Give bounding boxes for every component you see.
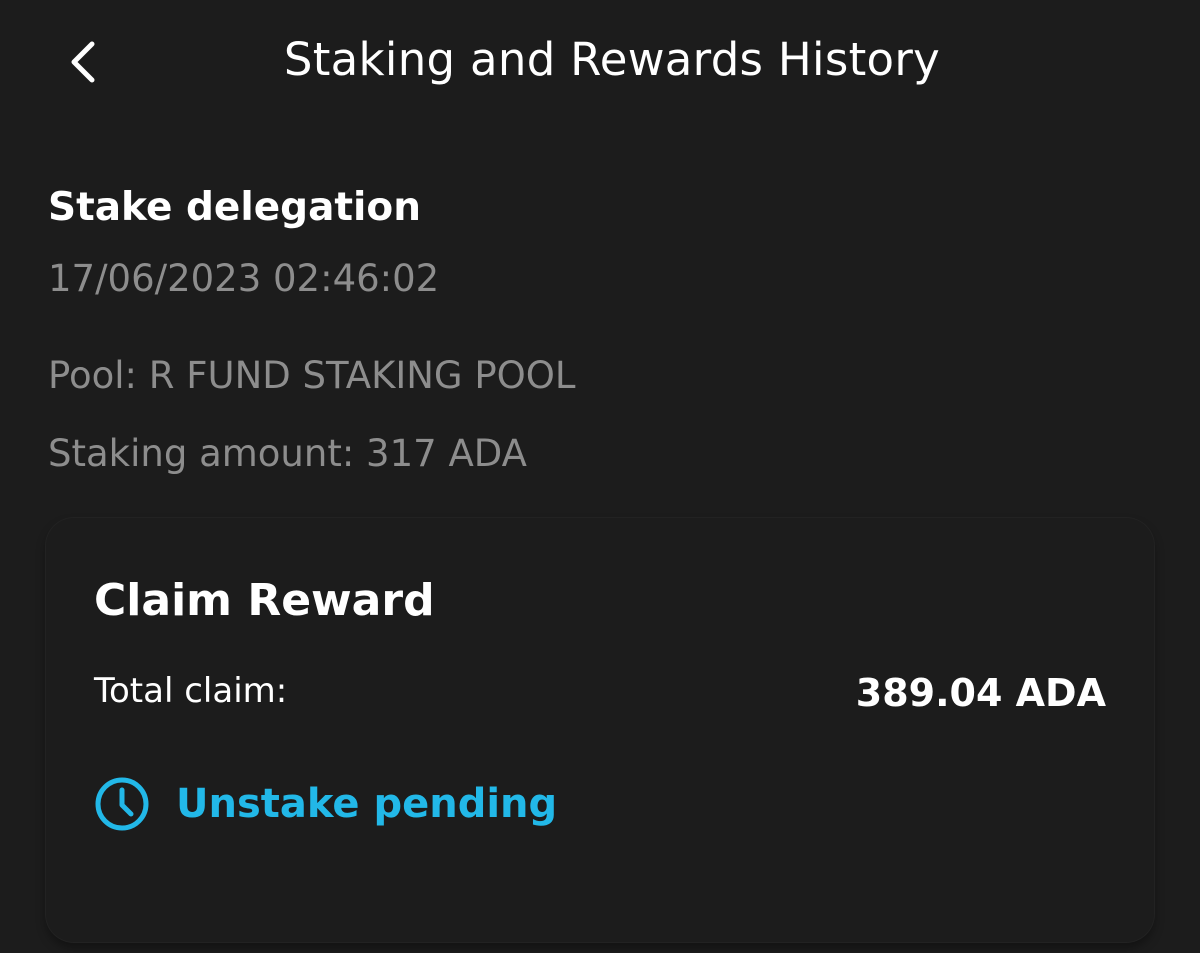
clock-icon <box>94 776 150 832</box>
header-bar: Staking and Rewards History <box>0 0 1200 120</box>
pool-name: Pool: R FUND STAKING POOL <box>48 354 576 397</box>
claim-reward-title: Claim Reward <box>94 575 435 626</box>
staking-amount: Staking amount: 317 ADA <box>48 432 527 475</box>
total-claim-label: Total claim: <box>94 671 288 711</box>
claim-reward-card: Claim Reward Total claim: 389.04 ADA Uns… <box>46 518 1154 942</box>
unstake-pending-status[interactable]: Unstake pending <box>94 774 557 834</box>
page-title: Staking and Rewards History <box>283 33 941 86</box>
stake-delegation-title: Stake delegation <box>48 185 421 230</box>
total-claim-value: 389.04 ADA <box>855 671 1106 715</box>
delegation-timestamp: 17/06/2023 02:46:02 <box>48 257 440 300</box>
unstake-pending-label: Unstake pending <box>176 781 558 827</box>
